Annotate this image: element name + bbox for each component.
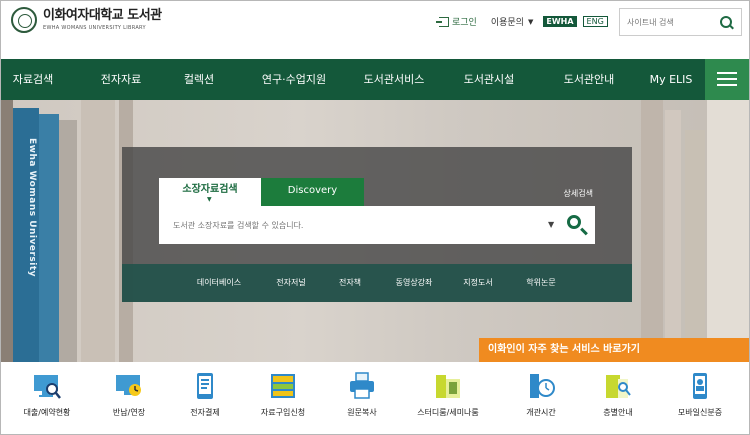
inquiry-label: 이용문의 — [490, 18, 524, 28]
catalog-search-input[interactable] — [173, 206, 533, 244]
tab-holdings-search[interactable]: 소장자료검색 ▼ — [159, 178, 261, 206]
advanced-search-link[interactable]: 상세검색 — [564, 188, 593, 199]
inquiry-dropdown[interactable]: 이용문의 ▼ — [490, 15, 534, 29]
search-panel: 소장자료검색 ▼ Discovery 상세검색 ▼ 데이터베이스 전자저널 전자… — [122, 147, 632, 302]
hero-banner: Ewha Womans University 소장자료검색 ▼ Discover… — [1, 100, 749, 362]
login-link[interactable]: 로그인 — [436, 15, 477, 28]
ewha-button[interactable]: EWHA — [543, 16, 577, 27]
book-spine-text: Ewha Womans University — [27, 138, 37, 278]
site-search-input[interactable] — [620, 9, 723, 35]
service-return-renew[interactable]: 반납/연장 — [89, 362, 169, 434]
service-copy[interactable]: 원문복사 — [322, 362, 402, 434]
service-study-room[interactable]: 스터디룸/세미나룸 — [408, 362, 488, 434]
eng-button[interactable]: ENG — [582, 16, 608, 27]
site-search — [619, 8, 742, 36]
nav-item-my-elis[interactable]: My ELIS — [650, 59, 693, 100]
login-icon — [436, 16, 449, 27]
nav-item-collection[interactable]: 컬렉션 — [184, 59, 214, 100]
frequent-services-banner: 이화인이 자주 찾는 서비스 바로가기 — [479, 338, 749, 362]
service-floor-guide[interactable]: 층별안내 — [578, 362, 658, 434]
nav-item-eresources[interactable]: 전자자료 — [101, 59, 141, 100]
service-e-payment[interactable]: 전자결제 — [165, 362, 245, 434]
search-icon[interactable] — [720, 16, 732, 28]
quick-link-video[interactable]: 동영상강좌 — [396, 264, 433, 302]
utility-menu: 로그인 이용문의 ▼ EWHA ENG — [436, 15, 608, 29]
nav-item-about[interactable]: 도서관안내 — [564, 59, 615, 100]
mobile-id-icon — [693, 373, 707, 399]
main-nav: 자료검색 전자자료 컬렉션 연구·수업지원 도서관서비스 도서관시설 도서관안내… — [1, 59, 749, 100]
nav-item-research[interactable]: 연구·수업지원 — [262, 59, 326, 100]
nav-item-services[interactable]: 도서관서비스 — [364, 59, 425, 100]
service-purchase-request[interactable]: 자료구입신청 — [243, 362, 323, 434]
shelf-request-icon — [271, 374, 295, 398]
logo-title: 이화여자대학교 도서관 — [43, 8, 162, 23]
search-option-dropdown-icon[interactable]: ▼ — [548, 220, 554, 229]
floor-guide-icon — [606, 375, 631, 398]
service-loan-status[interactable]: 대출/예약현황 — [7, 362, 87, 434]
service-opening-hours[interactable]: 개관시간 — [501, 362, 581, 434]
hamburger-menu-icon[interactable] — [705, 59, 749, 100]
printer-icon — [350, 372, 374, 399]
caret-down-icon: ▼ — [527, 17, 534, 26]
logo-subtitle: EWHA WOMANS UNIVERSITY LIBRARY — [43, 25, 146, 31]
quick-link-reserve[interactable]: 지정도서 — [463, 264, 492, 302]
quick-link-database[interactable]: 데이터베이스 — [197, 264, 241, 302]
monitor-search-icon — [34, 375, 61, 399]
service-mobile-id[interactable]: 모바일신분증 — [660, 362, 740, 434]
quick-link-ejournal[interactable]: 전자저널 — [276, 264, 305, 302]
nav-item-facilities[interactable]: 도서관시설 — [464, 59, 515, 100]
page: 이화여자대학교 도서관 EWHA WOMANS UNIVERSITY LIBRA… — [0, 0, 750, 435]
opening-hours-icon — [530, 374, 555, 398]
nav-item-search[interactable]: 자료검색 — [13, 59, 53, 100]
services-bar: 대출/예약현황 반납/연장 전자결제 자료구입신청 원문복사 스터디룸/세미나룸… — [1, 362, 749, 434]
study-room-icon — [436, 375, 460, 398]
header: 이화여자대학교 도서관 EWHA WOMANS UNIVERSITY LIBRA… — [1, 1, 749, 59]
search-box: ▼ — [159, 206, 595, 244]
university-seal-icon — [11, 7, 37, 33]
library-logo[interactable]: 이화여자대학교 도서관 EWHA WOMANS UNIVERSITY LIBRA… — [11, 7, 162, 33]
tab-discovery[interactable]: Discovery — [261, 178, 364, 206]
quick-links-bar: 데이터베이스 전자저널 전자책 동영상강좌 지정도서 학위논문 — [122, 264, 632, 302]
monitor-clock-icon — [116, 375, 141, 396]
login-label: 로그인 — [452, 18, 477, 28]
mobile-payment-icon — [197, 373, 213, 399]
quick-link-thesis[interactable]: 학위논문 — [526, 264, 555, 302]
tab-active-marker-icon: ▼ — [207, 196, 212, 203]
quick-link-ebook[interactable]: 전자책 — [339, 264, 361, 302]
search-submit-icon[interactable] — [567, 215, 581, 229]
